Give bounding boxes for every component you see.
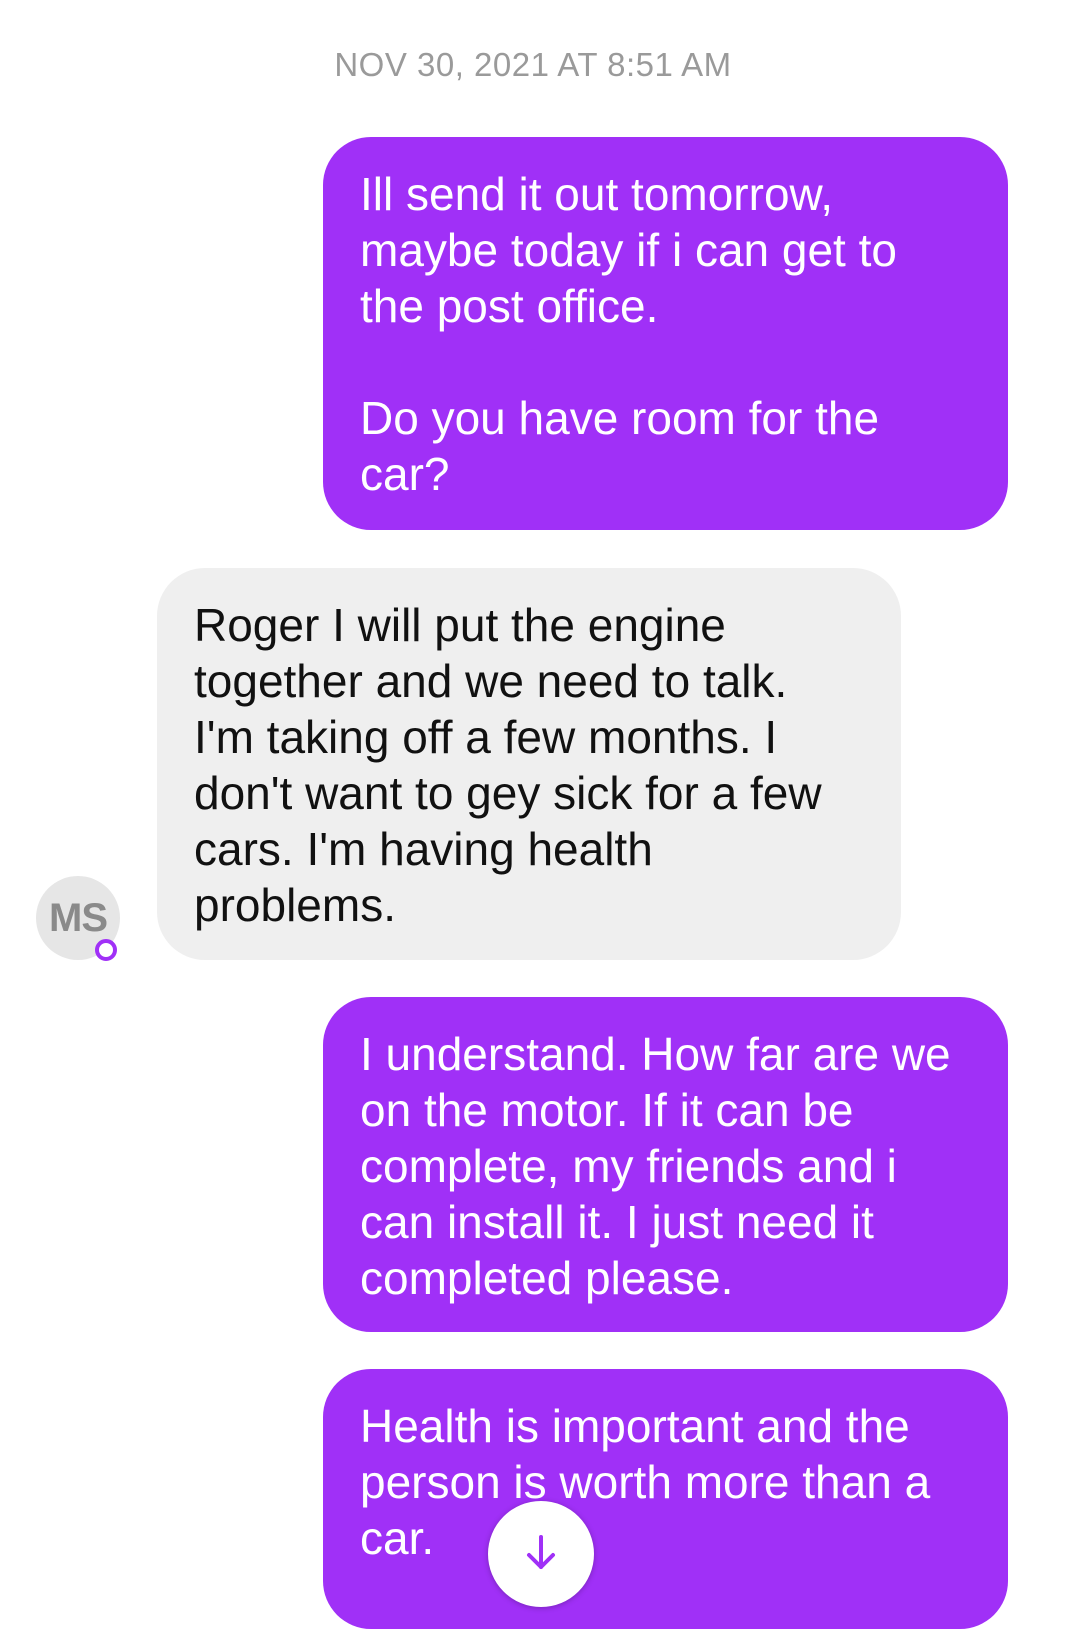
outgoing-message-bubble[interactable]: Ill send it out tomorrow, maybe today if… <box>323 137 1008 530</box>
outgoing-message-bubble[interactable]: Health is important and the person is wo… <box>323 1369 1008 1629</box>
scroll-to-bottom-button[interactable] <box>488 1501 594 1607</box>
message-timestamp: NOV 30, 2021 AT 8:51 AM <box>334 46 732 83</box>
arrow-down-icon <box>527 1535 555 1569</box>
presence-ring-icon <box>95 939 117 961</box>
outgoing-message-bubble[interactable]: I understand. How far are we on the moto… <box>323 997 1008 1332</box>
avatar-initials: MS <box>49 895 108 940</box>
incoming-message-bubble[interactable]: Roger I will put the engine together and… <box>157 568 901 960</box>
